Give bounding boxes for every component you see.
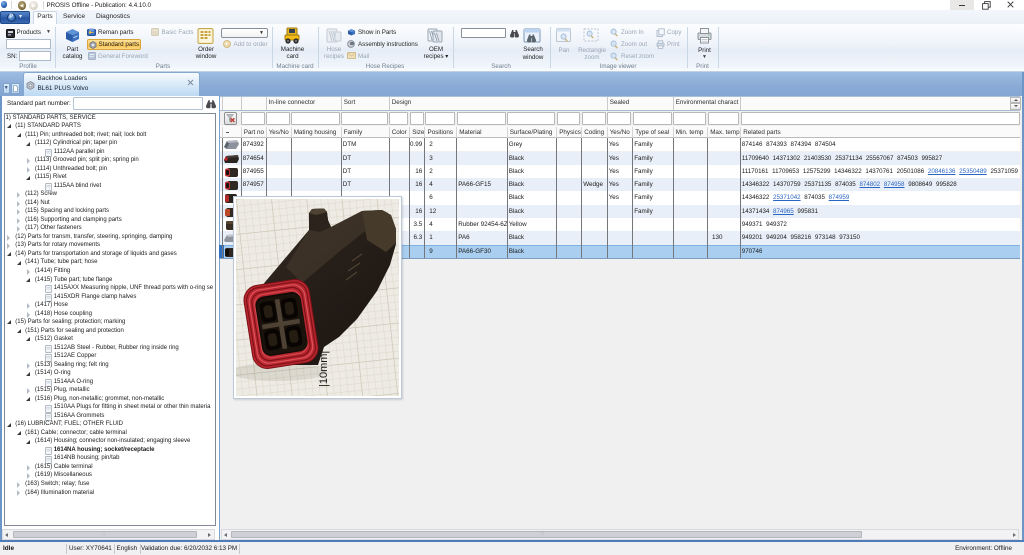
svg-text:|10mm|: |10mm| [318, 351, 330, 387]
